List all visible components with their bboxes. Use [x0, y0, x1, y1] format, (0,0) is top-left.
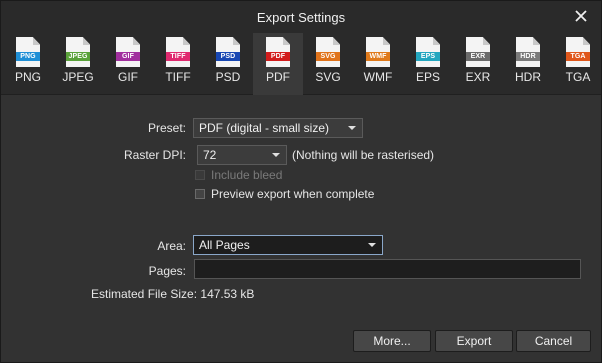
raster-note: (Nothing will be rasterised)	[292, 148, 435, 162]
include-bleed-label: Include bleed	[211, 168, 283, 182]
format-toolbar: PNG PNG JPEG JPEG GIF GIF TIFF TIFF PSD PSD PDF PDF…	[1, 33, 601, 95]
pages-input[interactable]	[194, 259, 581, 279]
svg-file-icon: SVG	[316, 37, 340, 67]
eps-file-icon: EPS	[416, 37, 440, 67]
estimated-size-label: Estimated File Size: 147.53 kB	[91, 287, 254, 301]
format-label: PNG	[14, 70, 41, 84]
checkbox-box	[195, 170, 205, 180]
include-bleed-checkbox[interactable]: Include bleed	[195, 168, 282, 182]
format-tab-wmf[interactable]: WMF WMF	[353, 33, 403, 95]
format-label: HDR	[515, 70, 541, 84]
checkbox-box	[195, 189, 205, 199]
area-dropdown[interactable]: All Pages	[193, 235, 383, 255]
raster-dpi-value: 72	[203, 148, 217, 162]
format-tab-jpeg[interactable]: JPEG JPEG	[53, 33, 103, 95]
format-label: SVG	[315, 70, 341, 84]
format-tab-png[interactable]: PNG PNG	[3, 33, 53, 95]
close-button[interactable]	[571, 6, 591, 26]
jpeg-file-icon: JPEG	[66, 37, 90, 67]
format-badge: TGA	[566, 52, 590, 61]
more-button[interactable]: More...	[353, 330, 431, 352]
format-label: TIFF	[165, 70, 191, 84]
format-label: PSD	[215, 70, 241, 84]
preview-export-checkbox[interactable]: Preview export when complete	[195, 187, 374, 201]
format-badge: HDR	[516, 52, 540, 61]
format-badge: WMF	[366, 52, 390, 61]
format-label: TGA	[565, 70, 591, 84]
pdf-file-icon: PDF	[266, 37, 290, 67]
format-label: WMF	[363, 70, 393, 84]
chevron-down-icon	[368, 243, 376, 247]
png-file-icon: PNG	[16, 37, 40, 67]
format-tab-svg[interactable]: SVG SVG	[303, 33, 353, 95]
close-icon	[575, 10, 587, 22]
format-badge: JPEG	[66, 52, 90, 61]
title-bar: Export Settings	[1, 1, 601, 33]
tiff-file-icon: TIFF	[166, 37, 190, 67]
chevron-down-icon	[272, 153, 280, 157]
estimated-size-caption: Estimated File Size:	[91, 287, 198, 301]
format-badge: PNG	[16, 52, 40, 61]
preset-label: Preset:	[147, 121, 186, 135]
format-badge: EPS	[416, 52, 440, 61]
format-tab-psd[interactable]: PSD PSD	[203, 33, 253, 95]
preset-dropdown[interactable]: PDF (digital - small size)	[193, 118, 363, 138]
format-label: EXR	[465, 70, 491, 84]
estimated-size-value: 147.53 kB	[200, 287, 255, 301]
format-label: EPS	[415, 70, 440, 84]
format-label: PDF	[266, 70, 290, 84]
pages-label: Pages:	[148, 264, 186, 278]
format-badge: GIF	[116, 52, 140, 61]
hdr-file-icon: HDR	[516, 37, 540, 67]
format-tab-tga[interactable]: TGA TGA	[553, 33, 602, 95]
format-tab-eps[interactable]: EPS EPS	[403, 33, 453, 95]
raster-dpi-label: Raster DPI:	[123, 148, 186, 162]
gif-file-icon: GIF	[116, 37, 140, 67]
format-label: GIF	[118, 70, 138, 84]
export-settings-dialog: Export Settings PNG PNG JPEG JPEG GIF GIF TIFF…	[0, 0, 602, 363]
tga-file-icon: TGA	[566, 37, 590, 67]
format-tab-gif[interactable]: GIF GIF	[103, 33, 153, 95]
format-badge: EXR	[466, 52, 490, 61]
format-badge: SVG	[316, 52, 340, 61]
wmf-file-icon: WMF	[366, 37, 390, 67]
format-tab-exr[interactable]: EXR EXR	[453, 33, 503, 95]
raster-dpi-dropdown[interactable]: 72	[197, 145, 287, 165]
export-button[interactable]: Export	[435, 330, 513, 352]
dialog-title: Export Settings	[256, 9, 346, 25]
psd-file-icon: PSD	[216, 37, 240, 67]
format-badge: PDF	[266, 52, 290, 61]
format-tab-hdr[interactable]: HDR HDR	[503, 33, 553, 95]
format-badge: PSD	[216, 52, 240, 61]
format-tab-pdf[interactable]: PDF PDF	[253, 33, 303, 95]
preview-export-label: Preview export when complete	[211, 187, 375, 201]
format-label: JPEG	[62, 70, 94, 84]
chevron-down-icon	[348, 126, 356, 130]
preset-value: PDF (digital - small size)	[199, 121, 330, 135]
cancel-button[interactable]: Cancel	[516, 330, 591, 352]
format-tab-tiff[interactable]: TIFF TIFF	[153, 33, 203, 95]
format-badge: TIFF	[166, 52, 190, 61]
area-value: All Pages	[199, 238, 250, 252]
area-label: Area:	[157, 239, 186, 253]
exr-file-icon: EXR	[466, 37, 490, 67]
export-options-panel: Preset: PDF (digital - small size) Raste…	[1, 96, 601, 362]
